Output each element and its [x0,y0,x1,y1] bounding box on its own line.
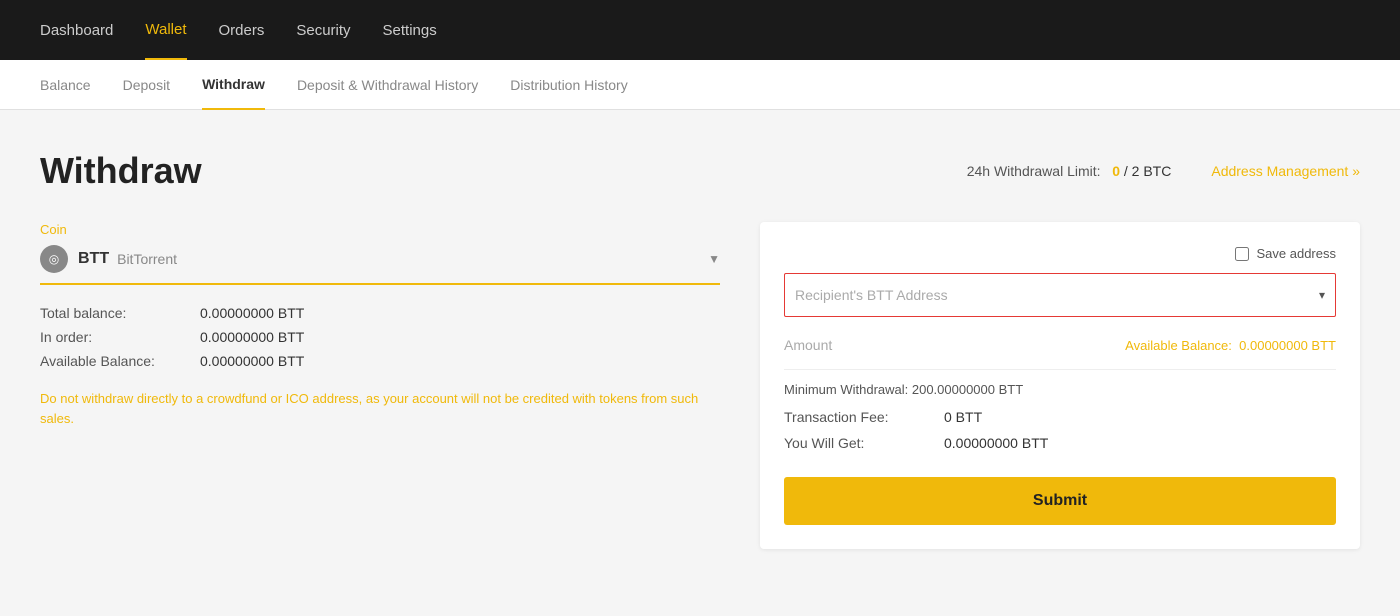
available-balance-text: Available Balance: [1125,338,1232,353]
available-balance-value: 0.00000000 BTT [200,353,304,369]
nav-settings[interactable]: Settings [383,2,437,59]
save-address-label: Save address [1257,246,1337,261]
top-nav: Dashboard Wallet Orders Security Setting… [0,0,1400,60]
subnav-distribution-history[interactable]: Distribution History [510,61,627,109]
amount-label: Amount [784,337,832,353]
coin-icon: ◎ [40,245,68,273]
nav-security[interactable]: Security [296,2,350,59]
submit-button[interactable]: Submit [784,477,1336,525]
withdrawal-limit-max: 2 BTC [1132,163,1172,179]
transaction-fee-label: Transaction Fee: [784,409,944,425]
nav-wallet[interactable]: Wallet [145,1,186,60]
coin-selector[interactable]: ◎ BTT BitTorrent ▼ [40,245,720,285]
coin-full-name: BitTorrent [117,251,708,267]
balance-table: Total balance: 0.00000000 BTT In order: … [40,305,720,369]
you-will-get-label: You Will Get: [784,435,944,451]
amount-header: Amount Available Balance: 0.00000000 BTT [784,337,1336,353]
subnav-deposit-withdrawal-history[interactable]: Deposit & Withdrawal History [297,61,478,109]
available-balance-amount: 0.00000000 BTT [1239,338,1336,353]
coin-icon-symbol: ◎ [49,252,59,266]
address-input-wrapper: ▾ [784,273,1336,317]
page-content: Withdraw 24h Withdrawal Limit: 0 / 2 BTC… [0,110,1400,616]
balance-row-available: Available Balance: 0.00000000 BTT [40,353,720,369]
nav-orders[interactable]: Orders [219,2,265,59]
address-dropdown-icon[interactable]: ▾ [1319,288,1325,302]
transaction-fee-row: Transaction Fee: 0 BTT [784,409,1336,425]
page-title: Withdraw [40,150,202,192]
in-order-label: In order: [40,329,200,345]
withdrawal-limit: 24h Withdrawal Limit: 0 / 2 BTC [967,163,1172,179]
withdrawal-limit-used: 0 [1112,163,1120,179]
total-balance-value: 0.00000000 BTT [200,305,304,321]
balance-row-total: Total balance: 0.00000000 BTT [40,305,720,321]
divider [784,369,1336,370]
save-address-row: Save address [784,246,1336,261]
coin-label: Coin [40,222,720,237]
coin-code: BTT [78,250,109,268]
recipient-address-input[interactable] [795,287,1319,303]
right-panel: Save address ▾ Amount Available Balance:… [760,222,1360,549]
you-will-get-value: 0.00000000 BTT [944,435,1048,451]
nav-dashboard[interactable]: Dashboard [40,2,113,59]
subnav-balance[interactable]: Balance [40,61,91,109]
withdrawal-limit-separator: / [1124,163,1132,179]
withdrawal-limit-area: 24h Withdrawal Limit: 0 / 2 BTC Address … [967,163,1360,179]
subnav-deposit[interactable]: Deposit [123,61,170,109]
left-panel: Coin ◎ BTT BitTorrent ▼ Total balance: 0… [40,222,720,428]
sub-nav: Balance Deposit Withdraw Deposit & Withd… [0,60,1400,110]
warning-text: Do not withdraw directly to a crowdfund … [40,389,720,428]
in-order-value: 0.00000000 BTT [200,329,304,345]
balance-row-inorder: In order: 0.00000000 BTT [40,329,720,345]
main-layout: Coin ◎ BTT BitTorrent ▼ Total balance: 0… [40,222,1360,549]
chevron-down-icon: ▼ [708,252,720,266]
available-balance-label: Available Balance: [40,353,200,369]
save-address-checkbox[interactable] [1235,247,1249,261]
you-will-get-row: You Will Get: 0.00000000 BTT [784,435,1336,451]
address-management-link[interactable]: Address Management » [1211,163,1360,179]
amount-section: Amount Available Balance: 0.00000000 BTT [784,337,1336,353]
transaction-fee-value: 0 BTT [944,409,982,425]
total-balance-label: Total balance: [40,305,200,321]
right-available-balance: Available Balance: 0.00000000 BTT [1125,338,1336,353]
withdrawal-limit-label: 24h Withdrawal Limit: [967,163,1101,179]
min-withdrawal: Minimum Withdrawal: 200.00000000 BTT [784,382,1336,397]
subnav-withdraw[interactable]: Withdraw [202,60,265,110]
page-header: Withdraw 24h Withdrawal Limit: 0 / 2 BTC… [40,150,1360,192]
